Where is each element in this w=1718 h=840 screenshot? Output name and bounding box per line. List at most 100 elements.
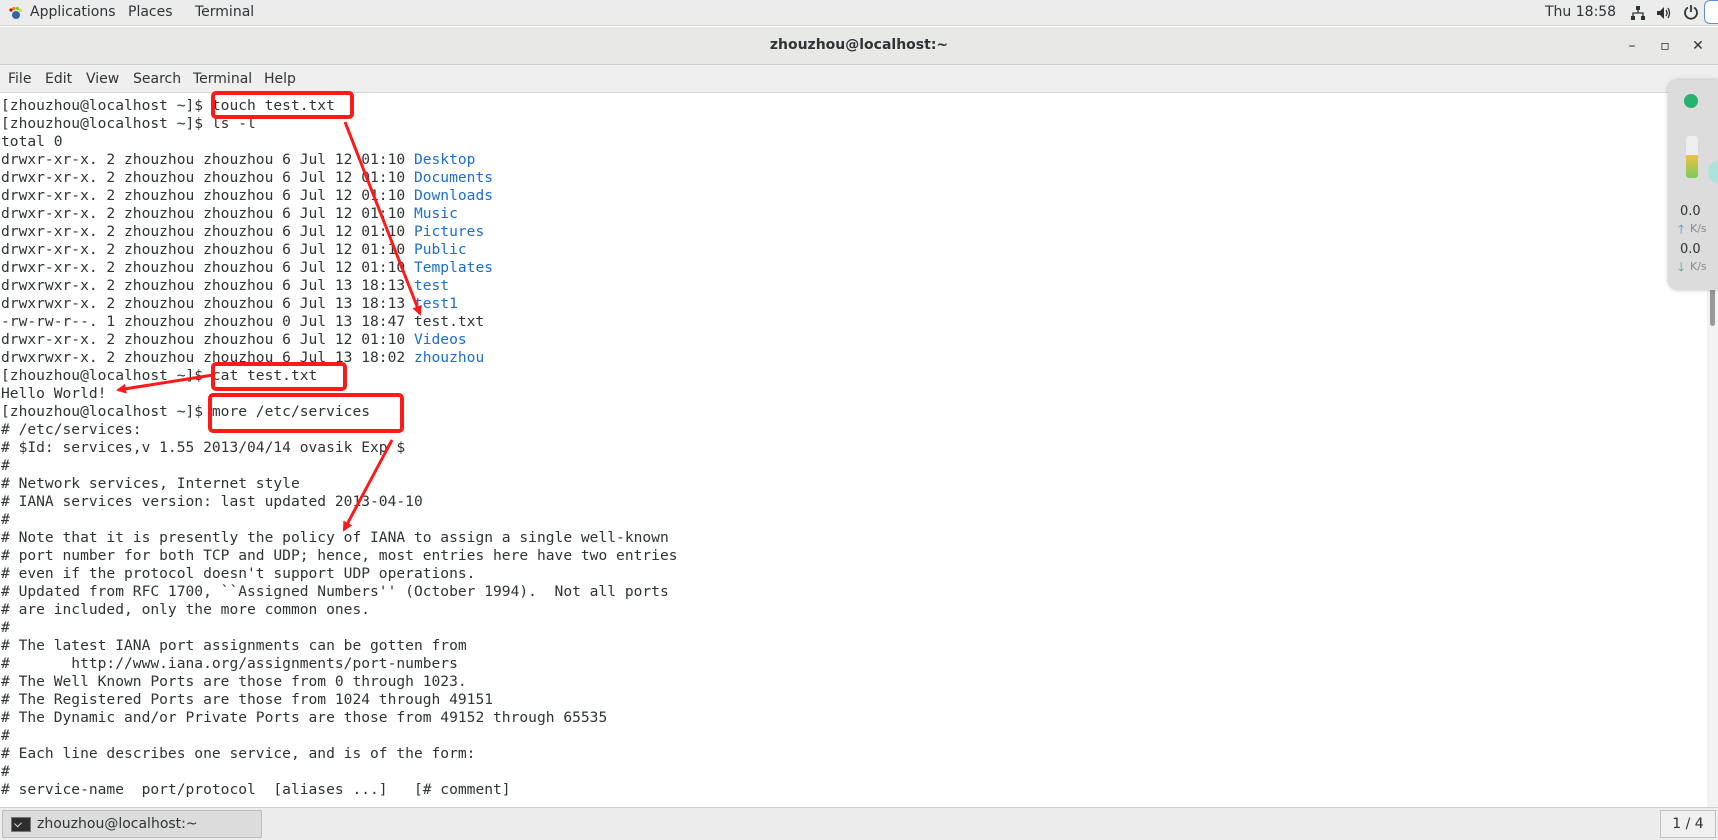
clock[interactable]: Thu 18:58 [1545,4,1616,20]
terminal-output[interactable]: [zhouzhou@localhost ~]$ touch test.txt [z… [0,95,1700,807]
output-text: # The Dynamic and/or Private Ports are t… [1,709,608,726]
file-name: Desktop [413,151,476,168]
output-text: drwxr-xr-x. 2 zhouzhou zhouzhou 6 Jul 12… [1,223,414,240]
output-text: drwxrwxr-x. 2 zhouzhou zhouzhou 6 Jul 13… [1,295,414,312]
shell-prompt: [zhouzhou@localhost ~]$ [1,115,212,132]
power-icon[interactable] [1683,4,1699,20]
terminal-line: drwxr-xr-x. 2 zhouzhou zhouzhou 6 Jul 12… [1,331,467,349]
close-button[interactable]: ✕ [1688,36,1708,56]
download-unit: K/s [1690,260,1707,273]
output-text: # IANA services version: last updated 20… [1,493,423,510]
output-text: # service-name port/protocol [aliases ..… [1,781,511,798]
menu-search[interactable]: Search [133,71,181,87]
output-text: # Note that it is presently the policy o… [1,529,669,546]
upload-speed: 0.0 [1680,204,1701,219]
output-text: -rw-rw-r--. 1 zhouzhou zhouzhou 0 Jul 13… [1,313,414,330]
output-text: # [1,619,10,636]
terminal-line: # service-name port/protocol [aliases ..… [1,781,511,799]
terminal-line: drwxr-xr-x. 2 zhouzhou zhouzhou 6 Jul 12… [1,187,493,205]
menu-view[interactable]: View [86,71,119,87]
shell-prompt: [zhouzhou@localhost ~]$ [1,97,212,114]
usage-gauge-fill [1686,154,1698,178]
download-arrow-icon: 🡓 [1678,260,1685,274]
terminal-line: # are included, only the more common one… [1,601,370,619]
terminal-line: total 0 [1,133,63,151]
file-name: zhouzhou [413,349,485,366]
file-name: test1 [413,295,458,312]
terminal-line: # [1,727,10,745]
output-text: # Network services, Internet style [1,475,300,492]
workspace-indicator[interactable]: 1 / 4 [1660,810,1716,838]
terminal-line: # [1,763,10,781]
volume-icon[interactable] [1656,5,1672,21]
network-icon[interactable] [1630,5,1646,21]
output-text: # The Registered Ports are those from 10… [1,691,494,708]
status-menu-edge [1704,0,1718,24]
upload-arrow-icon: 🡑 [1678,222,1685,236]
usage-gauge [1686,136,1698,178]
output-text: drwxr-xr-x. 2 zhouzhou zhouzhou 6 Jul 12… [1,169,414,186]
output-text: drwxr-xr-x. 2 zhouzhou zhouzhou 6 Jul 12… [1,241,414,258]
terminal-line: # http://www.iana.org/assignments/port-n… [1,655,458,673]
taskbar-window-label: zhouzhou@localhost:~ [37,816,198,832]
terminal-line: drwxrwxr-x. 2 zhouzhou zhouzhou 6 Jul 13… [1,277,449,295]
window-titlebar[interactable]: zhouzhou@localhost:~ – ▫ ✕ [0,27,1718,65]
menu-terminal[interactable]: Terminal [193,71,252,87]
terminal-line: [zhouzhou@localhost ~]$ touch test.txt [1,97,335,115]
terminal-line: drwxrwxr-x. 2 zhouzhou zhouzhou 6 Jul 13… [1,349,484,367]
menu-bar: File Edit View Search Terminal Help [0,65,1718,93]
terminal-line: # The latest IANA port assignments can b… [1,637,467,655]
output-text: # [1,763,10,780]
terminal-line: # port number for both TCP and UDP; henc… [1,547,678,565]
taskbar-window-button[interactable]: zhouzhou@localhost:~ [2,810,262,838]
shell-command: touch test.txt [211,97,335,114]
applications-menu[interactable]: Applications [30,4,116,20]
menu-edit[interactable]: Edit [45,71,72,87]
output-text: drwxr-xr-x. 2 zhouzhou zhouzhou 6 Jul 12… [1,205,414,222]
output-text: # Updated from RFC 1700, ``Assigned Numb… [1,583,669,600]
minimize-button[interactable]: – [1622,36,1642,56]
output-text: # even if the protocol doesn't support U… [1,565,476,582]
output-text: drwxr-xr-x. 2 zhouzhou zhouzhou 6 Jul 12… [1,151,414,168]
terminal-line: # /etc/services: [1,421,142,439]
terminal-line: drwxr-xr-x. 2 zhouzhou zhouzhou 6 Jul 12… [1,259,493,277]
file-name: Videos [413,331,467,348]
terminal-line: # Note that it is presently the policy o… [1,529,669,547]
output-text: drwxr-xr-x. 2 zhouzhou zhouzhou 6 Jul 12… [1,259,414,276]
terminal-app-menu[interactable]: Terminal [195,4,254,20]
terminal-line: # [1,511,10,529]
terminal-line: drwxr-xr-x. 2 zhouzhou zhouzhou 6 Jul 12… [1,151,475,169]
terminal-line: Hello World! [1,385,106,403]
output-text: drwxr-xr-x. 2 zhouzhou zhouzhou 6 Jul 12… [1,187,414,204]
terminal-icon [11,817,31,832]
terminal-line: # Updated from RFC 1700, ``Assigned Numb… [1,583,669,601]
output-text: # Each line describes one service, and i… [1,745,476,762]
network-monitor-widget[interactable]: 0.0 🡑 K/s 0.0 🡓 K/s [1668,80,1718,290]
status-dot-icon [1684,94,1698,108]
gnome-foot-icon[interactable] [8,6,22,20]
output-text: total 0 [1,133,63,150]
terminal-line: drwxr-xr-x. 2 zhouzhou zhouzhou 6 Jul 12… [1,241,467,259]
terminal-line: # The Registered Ports are those from 10… [1,691,493,709]
terminal-line: [zhouzhou@localhost ~]$ cat test.txt [1,367,317,385]
terminal-line: # [1,457,10,475]
shell-command: ls -l [211,115,256,132]
terminal-line: # The Well Known Ports are those from 0 … [1,673,467,691]
terminal-line: drwxr-xr-x. 2 zhouzhou zhouzhou 6 Jul 12… [1,223,484,241]
maximize-button[interactable]: ▫ [1655,36,1675,56]
file-name: Templates [413,259,494,276]
menu-help[interactable]: Help [264,71,296,87]
output-text: Hello World! [1,385,107,402]
terminal-line: # IANA services version: last updated 20… [1,493,423,511]
output-text: # [1,457,10,474]
file-name: Documents [413,169,494,186]
widget-handle[interactable] [1708,160,1718,184]
file-name: test.txt [413,313,485,330]
file-name: test [413,277,450,294]
terminal-line: drwxr-xr-x. 2 zhouzhou zhouzhou 6 Jul 12… [1,205,458,223]
output-text: drwxrwxr-x. 2 zhouzhou zhouzhou 6 Jul 13… [1,277,414,294]
output-text: # The latest IANA port assignments can b… [1,637,467,654]
places-menu[interactable]: Places [128,4,173,20]
menu-file[interactable]: File [8,71,31,87]
download-speed: 0.0 [1680,242,1701,257]
